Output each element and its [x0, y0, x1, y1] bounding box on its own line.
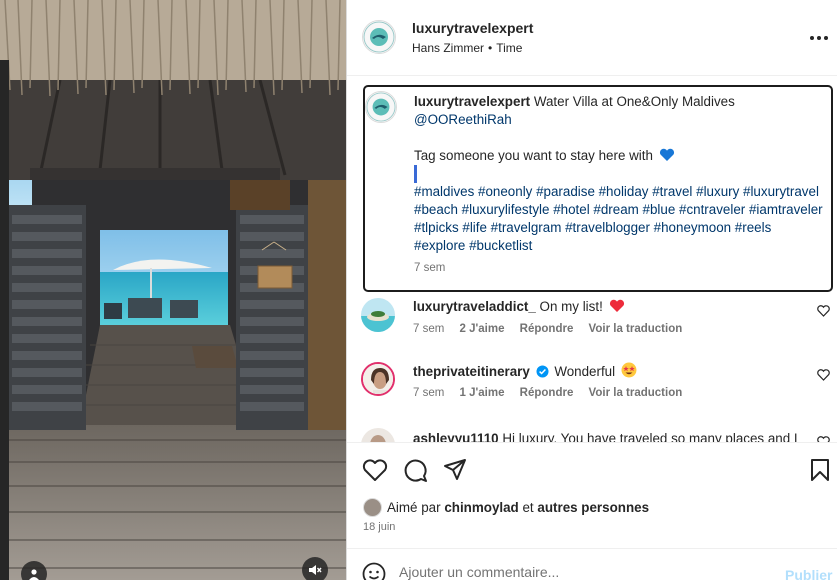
add-comment-bar: Publier: [347, 548, 837, 580]
post-date[interactable]: 18 juin: [363, 521, 395, 533]
comment-icon[interactable]: [402, 457, 428, 483]
caption-line2: Tag someone you want to stay here with: [414, 148, 653, 163]
post-comment-button[interactable]: Publier: [785, 567, 832, 580]
audio-separator: •: [488, 41, 493, 55]
more-icon-dot: [824, 36, 828, 40]
comment: ashleyyu1110 Hi luxury. You have travele…: [361, 428, 831, 442]
comment-input[interactable]: [399, 564, 759, 580]
liked-by-conj: et: [522, 500, 534, 515]
heart-icon[interactable]: [362, 457, 388, 483]
heart-icon[interactable]: [817, 305, 830, 317]
post-details-pane: luxurytravelexpert Hans Zimmer • Time luxu…: [346, 0, 837, 580]
text-cursor: [414, 165, 417, 183]
verified-icon: [536, 365, 549, 378]
comment-body: On my list!: [539, 299, 603, 314]
brand-logo: [363, 21, 395, 53]
comment-time[interactable]: 7 sem: [413, 323, 444, 335]
comment-likes[interactable]: 1 J'aime: [460, 387, 505, 399]
commenter-avatar[interactable]: [361, 298, 395, 332]
emoji-icon[interactable]: [362, 562, 386, 580]
share-icon[interactable]: [442, 457, 468, 483]
commenter-avatar[interactable]: [361, 428, 395, 442]
translate-button[interactable]: Voir la traduction: [589, 323, 683, 335]
comment-username[interactable]: theprivateitinerary: [413, 364, 530, 379]
comment-meta: 7 sem 1 J'aime Répondre Voir la traducti…: [413, 387, 694, 399]
caption-hashtags[interactable]: #maldives #oneonly #paradise #holiday #t…: [414, 184, 823, 253]
comment-time[interactable]: 7 sem: [413, 387, 444, 399]
comment-likes[interactable]: 2 J'aime: [460, 323, 505, 335]
blue-heart-emoji: [659, 148, 674, 161]
audio-info[interactable]: Hans Zimmer • Time: [412, 41, 522, 55]
comment-username[interactable]: luxurytraveladdict_: [413, 299, 536, 314]
liked-by-prefix: Aimé par: [387, 500, 441, 515]
liker-avatar[interactable]: [363, 498, 382, 517]
red-heart-emoji: [609, 299, 624, 312]
portrait-avatar-image: [361, 428, 395, 442]
reply-button[interactable]: Répondre: [520, 387, 574, 399]
comment-meta: 7 sem 2 J'aime Répondre Voir la traducti…: [413, 323, 694, 335]
user-tag-button[interactable]: [21, 561, 47, 580]
caption-text: luxurytravelexpert Water Villa at One&On…: [414, 93, 824, 255]
comment-body: Wonderful: [554, 364, 616, 379]
user-tag-icon: [29, 569, 39, 580]
other-likers[interactable]: autres personnes: [537, 500, 649, 515]
caption: luxurytravelexpert Water Villa at One&On…: [363, 85, 833, 292]
villa-photo: [0, 0, 346, 580]
bookmark-icon[interactable]: [807, 457, 833, 483]
post-media[interactable]: [0, 0, 346, 580]
comment: theprivateitinerary Wonderful 7 sem 1 J'…: [361, 362, 831, 412]
comment-body: Hi luxury. You have traveled so many pla…: [502, 431, 798, 442]
star-struck-emoji: [621, 362, 637, 378]
caption-time[interactable]: 7 sem: [414, 262, 445, 274]
post-header: luxurytravelexpert Hans Zimmer • Time: [347, 0, 837, 76]
caption-author-avatar[interactable]: [365, 91, 397, 123]
comment-text: luxurytraveladdict_ On my list!: [413, 298, 627, 316]
portrait-avatar-image: [363, 364, 393, 394]
comment-username[interactable]: ashleyyu1110: [413, 431, 499, 442]
post-actions: Aimé par chinmoylad et autres personnes …: [347, 442, 837, 547]
liked-by: Aimé par chinmoylad et autres personnes: [387, 500, 649, 515]
brand-logo: [366, 92, 396, 122]
author-username[interactable]: luxurytravelexpert: [412, 20, 533, 36]
more-options-button[interactable]: [809, 30, 829, 46]
caption-line1: Water Villa at One&Only Maldives: [533, 94, 735, 109]
more-icon-dot: [817, 36, 821, 40]
mute-button[interactable]: [302, 557, 328, 580]
reply-button[interactable]: Répondre: [520, 323, 574, 335]
mute-icon: [309, 565, 322, 575]
translate-button[interactable]: Voir la traduction: [589, 387, 683, 399]
comment-text: ashleyyu1110 Hi luxury. You have travele…: [413, 430, 798, 442]
commenter-avatar[interactable]: [361, 362, 395, 396]
liker-username[interactable]: chinmoylad: [444, 500, 518, 515]
heart-icon[interactable]: [817, 369, 830, 381]
more-icon: [810, 36, 814, 40]
island-avatar-image: [361, 298, 395, 332]
comment: luxurytraveladdict_ On my list! 7 sem 2 …: [361, 298, 831, 348]
audio-title[interactable]: Time: [496, 41, 522, 55]
caption-username[interactable]: luxurytravelexpert: [414, 94, 530, 109]
audio-artist[interactable]: Hans Zimmer: [412, 41, 484, 55]
comment-text: theprivateitinerary Wonderful: [413, 362, 639, 381]
author-avatar[interactable]: [362, 20, 396, 54]
caption-mention[interactable]: @OOReethiRah: [414, 112, 512, 127]
